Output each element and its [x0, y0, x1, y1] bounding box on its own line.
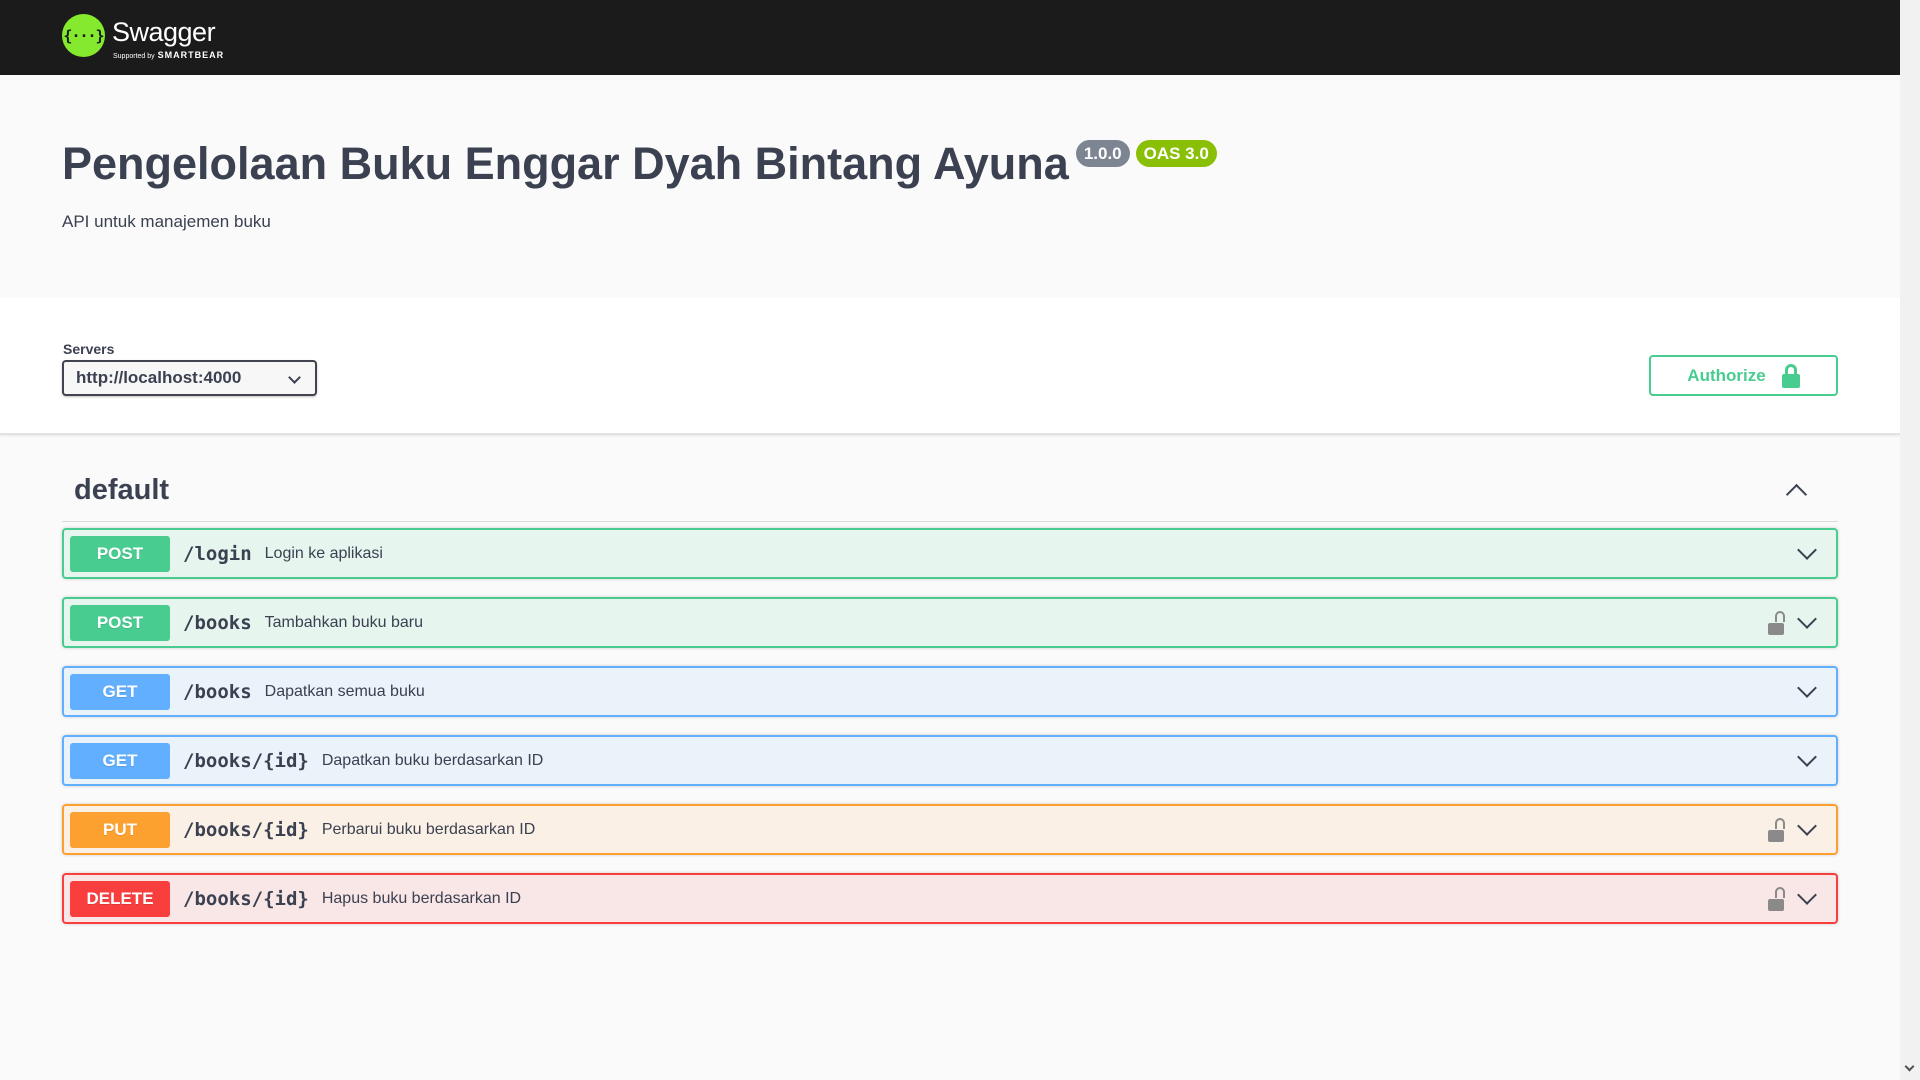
- chevron-down-icon[interactable]: [1797, 815, 1817, 836]
- operation-controls: [1768, 599, 1817, 646]
- api-info: Pengelolaan Buku Enggar Dyah Bintang Ayu…: [62, 130, 1217, 232]
- logo-sub-brand: SMARTBEAR: [157, 50, 225, 60]
- swagger-logo[interactable]: {···} Swagger Supported by SMARTBEAR: [62, 14, 252, 60]
- operation-summary: Login ke aplikasi: [264, 544, 383, 562]
- tag-header[interactable]: default: [62, 460, 1838, 522]
- operation-row[interactable]: PUT /books/{id} Perbarui buku berdasarka…: [62, 804, 1838, 855]
- unlocked-icon[interactable]: [1768, 817, 1785, 842]
- operation-summary: Tambahkan buku baru: [264, 613, 423, 631]
- page-title: Pengelolaan Buku Enggar Dyah Bintang Ayu…: [62, 138, 1069, 189]
- logo-subtitle: Supported by SMARTBEAR: [113, 50, 224, 60]
- operation-summary: Dapatkan semua buku: [264, 682, 425, 700]
- tag-name: default: [74, 474, 170, 506]
- operation-path: /books: [183, 611, 252, 634]
- scroll-down-arrow-icon[interactable]: [1904, 1061, 1915, 1072]
- logo-title: Swagger: [112, 17, 216, 47]
- operation-controls: [1797, 530, 1817, 577]
- logo-mark-glyph: {···}: [63, 26, 104, 45]
- operation-summary: Dapatkan buku berdasarkan ID: [321, 751, 544, 769]
- logo-text: Swagger Supported by SMARTBEAR: [112, 14, 252, 60]
- operation-path: /books/{id}: [183, 749, 309, 772]
- operation-controls: [1797, 668, 1817, 715]
- method-badge: DELETE: [70, 880, 170, 917]
- lock-icon: [1781, 363, 1800, 388]
- operation-row[interactable]: GET /books Dapatkan semua buku: [62, 666, 1838, 717]
- scheme-container: Servers http://localhost:4000 Authorize: [0, 298, 1900, 435]
- method-badge: POST: [70, 604, 170, 641]
- tag-section-default: default POST /login Login ke aplikasi PO…: [62, 460, 1838, 942]
- chevron-down-icon[interactable]: [1797, 539, 1817, 560]
- oas-badge: OAS 3.0: [1135, 140, 1217, 167]
- operation-controls: [1797, 737, 1817, 784]
- chevron-down-icon[interactable]: [1797, 746, 1817, 767]
- top-bar: {···} Swagger Supported by SMARTBEAR: [0, 0, 1900, 75]
- operation-row[interactable]: GET /books/{id} Dapatkan buku berdasarka…: [62, 735, 1838, 786]
- swagger-logo-icon: {···}: [62, 14, 105, 57]
- servers-label: Servers: [63, 341, 115, 357]
- unlocked-icon[interactable]: [1768, 886, 1785, 911]
- servers-select[interactable]: http://localhost:4000: [62, 360, 317, 396]
- method-badge: GET: [70, 742, 170, 779]
- operation-controls: [1768, 875, 1817, 922]
- scrollbar-thumb[interactable]: [1904, 2, 1916, 1052]
- title-row: Pengelolaan Buku Enggar Dyah Bintang Ayu…: [62, 130, 1217, 198]
- method-badge: POST: [70, 535, 170, 572]
- operation-summary: Perbarui buku berdasarkan ID: [321, 820, 536, 838]
- method-badge: PUT: [70, 811, 170, 848]
- chevron-down-icon[interactable]: [1797, 677, 1817, 698]
- logo-sub-prefix: Supported by: [113, 53, 155, 60]
- method-badge: GET: [70, 673, 170, 710]
- chevron-up-icon[interactable]: [1785, 483, 1808, 506]
- operation-row[interactable]: DELETE /books/{id} Hapus buku berdasarka…: [62, 873, 1838, 924]
- vertical-scrollbar[interactable]: [1900, 0, 1920, 1080]
- chevron-down-icon[interactable]: [1797, 884, 1817, 905]
- operation-path: /books/{id}: [183, 887, 309, 910]
- version-badge: 1.0.0: [1075, 140, 1130, 167]
- operation-path: /login: [183, 542, 252, 565]
- operations-list: POST /login Login ke aplikasi POST /book…: [62, 528, 1838, 924]
- operation-summary: Hapus buku berdasarkan ID: [321, 889, 522, 907]
- chevron-down-icon[interactable]: [1797, 608, 1817, 629]
- authorize-button[interactable]: Authorize: [1649, 355, 1838, 396]
- operation-row[interactable]: POST /login Login ke aplikasi: [62, 528, 1838, 579]
- unlocked-icon[interactable]: [1768, 610, 1785, 635]
- authorize-label: Authorize: [1687, 365, 1766, 385]
- operation-path: /books/{id}: [183, 818, 309, 841]
- chevron-down-icon: [288, 371, 301, 384]
- operation-row[interactable]: POST /books Tambahkan buku baru: [62, 597, 1838, 648]
- operation-controls: [1768, 806, 1817, 853]
- api-description: API untuk manajemen buku: [62, 212, 271, 231]
- operation-path: /books: [183, 680, 252, 703]
- servers-selected-value: http://localhost:4000: [76, 368, 242, 387]
